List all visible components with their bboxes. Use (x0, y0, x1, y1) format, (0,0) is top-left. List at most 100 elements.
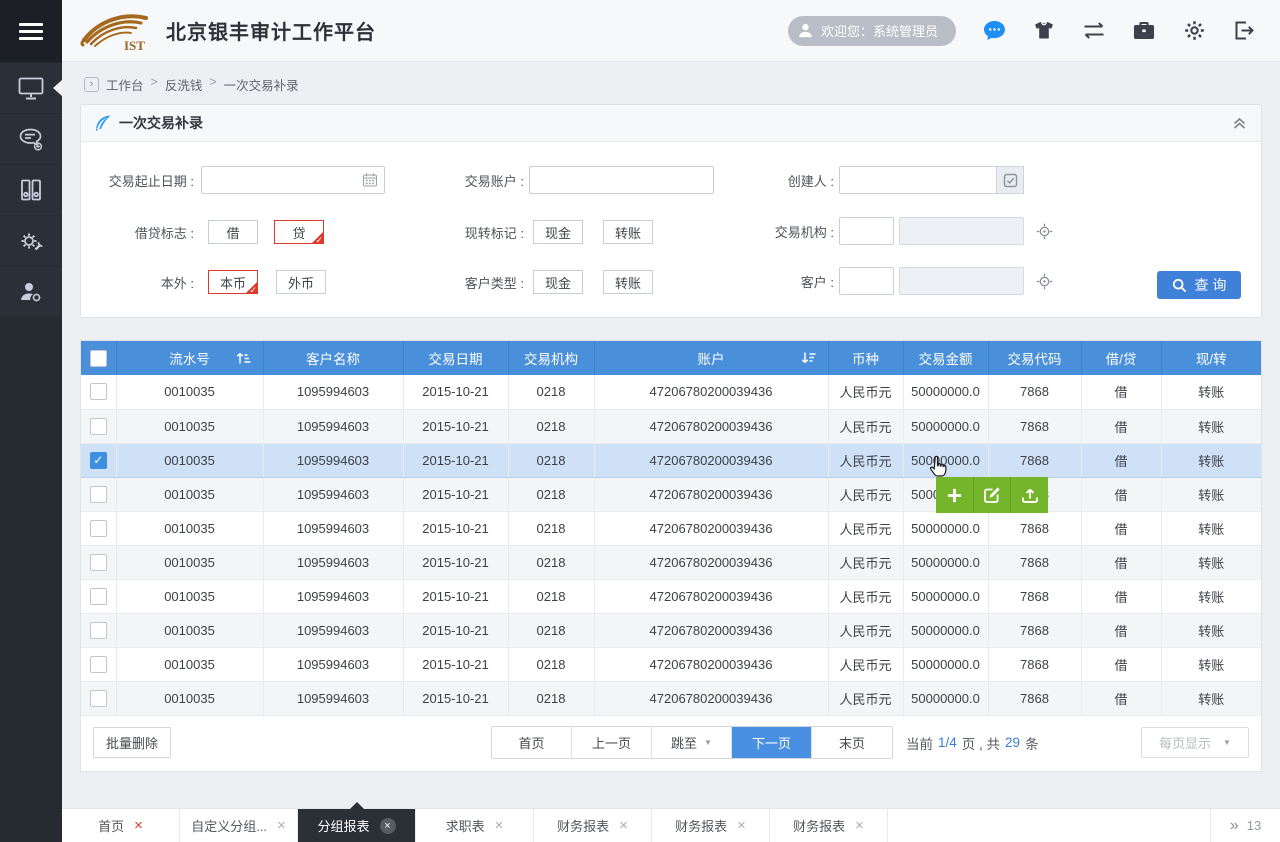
cell-serial: 0010035 (116, 613, 263, 647)
footer-tab[interactable]: 求职表× (416, 809, 534, 842)
batch-delete-button[interactable]: 批量删除 (93, 727, 171, 758)
creator-input[interactable] (839, 166, 1024, 194)
toggle-foreign-currency[interactable]: 外币 (276, 270, 326, 294)
row-checkbox[interactable] (90, 622, 107, 639)
breadcrumb-item[interactable]: 一次交易补录 (224, 75, 299, 94)
page-size-dropdown[interactable]: 每页显示▼ (1141, 727, 1249, 758)
table-row[interactable]: 001003510959946032015-10-210218472067802… (81, 545, 1261, 579)
trade-org-name-input[interactable] (899, 217, 1024, 245)
cell-org: 0218 (508, 409, 594, 443)
close-tab-icon[interactable]: × (855, 817, 864, 834)
sidebar-item-user-management[interactable] (0, 267, 62, 317)
row-checkbox[interactable] (90, 418, 107, 435)
col-header-select (81, 341, 116, 375)
customer-locate-icon[interactable] (1036, 273, 1053, 290)
logout-icon[interactable] (1232, 19, 1256, 43)
table-row[interactable]: 001003510959946032015-10-210218472067802… (81, 409, 1261, 443)
footer-tab[interactable]: 财务报表× (652, 809, 770, 842)
close-tab-icon[interactable]: × (619, 817, 628, 834)
table-row[interactable]: 001003510959946032015-10-210218472067802… (81, 477, 1261, 511)
table-row[interactable]: 001003510959946032015-10-210218472067802… (81, 613, 1261, 647)
hamburger-menu-icon[interactable] (0, 0, 62, 62)
cell-org: 0218 (508, 477, 594, 511)
message-icon[interactable] (982, 19, 1006, 43)
close-tab-icon[interactable]: × (495, 817, 504, 834)
jump-to-page-dropdown[interactable]: 跳至▼ (652, 727, 732, 758)
toggle-local-currency[interactable]: 本币 (208, 270, 258, 294)
row-checkbox[interactable]: ✓ (90, 452, 107, 469)
collapse-panel-icon[interactable] (1232, 116, 1247, 130)
toggle-loan-credit[interactable]: 贷 (274, 220, 324, 244)
upload-row-button[interactable] (1011, 477, 1048, 513)
customer-code-input[interactable] (839, 267, 894, 295)
edit-row-button[interactable] (974, 477, 1012, 513)
cell-currency: 人民币元 (828, 579, 903, 613)
org-locate-icon[interactable] (1036, 223, 1053, 240)
user-gear-icon (19, 280, 43, 304)
trade-account-input[interactable] (529, 166, 714, 194)
table-row[interactable]: 001003510959946032015-10-210218472067802… (81, 511, 1261, 545)
toggle-customer-transfer[interactable]: 转账 (603, 270, 653, 294)
row-checkbox[interactable] (90, 690, 107, 707)
sort-asc-icon[interactable] (236, 352, 251, 365)
next-page-button[interactable]: 下一页 (732, 727, 812, 758)
cell-amount: 50000000.0 (903, 681, 988, 715)
row-checkbox[interactable] (90, 383, 107, 400)
sidebar-item-system-tools[interactable] (0, 216, 62, 266)
row-checkbox[interactable] (90, 520, 107, 537)
first-page-button[interactable]: 首页 (492, 727, 572, 758)
cell-org: 0218 (508, 545, 594, 579)
sort-desc-icon[interactable] (801, 352, 816, 365)
close-tab-icon[interactable]: × (380, 818, 396, 834)
cell-cash: 转账 (1161, 477, 1261, 511)
date-range-input[interactable] (201, 166, 385, 194)
close-tab-icon[interactable]: × (134, 817, 143, 834)
sidebar-item-workspace-monitor[interactable] (0, 63, 62, 113)
close-tab-icon[interactable]: × (737, 817, 746, 834)
trade-org-code-input[interactable] (839, 217, 894, 245)
prev-page-button[interactable]: 上一页 (572, 727, 652, 758)
toggle-loan-debit[interactable]: 借 (208, 220, 258, 244)
creator-select-button[interactable] (996, 166, 1024, 194)
cell-currency: 人民币元 (828, 443, 903, 477)
footer-tab[interactable]: 财务报表× (534, 809, 652, 842)
table-row[interactable]: 001003510959946032015-10-210218472067802… (81, 647, 1261, 681)
sidebar-item-message-config[interactable] (0, 114, 62, 164)
footer-tab[interactable]: 首页× (62, 809, 180, 842)
transfer-icon[interactable] (1082, 19, 1106, 43)
customer-name-input[interactable] (899, 267, 1024, 295)
footer-tab[interactable]: 分组报表× (298, 809, 416, 842)
pagination-info: 当前 1/4 页 , 共 29 条 (906, 727, 1039, 758)
sidebar-item-archives[interactable] (0, 165, 62, 215)
breadcrumb-item[interactable]: 反洗钱 (165, 75, 203, 94)
row-checkbox[interactable] (90, 554, 107, 571)
cell-code: 7868 (988, 511, 1081, 545)
cell-org: 0218 (508, 579, 594, 613)
table-row[interactable]: 001003510959946032015-10-210218472067802… (81, 681, 1261, 715)
toggle-cash[interactable]: 现金 (533, 220, 583, 244)
row-checkbox[interactable] (90, 588, 107, 605)
toggle-transfer[interactable]: 转账 (603, 220, 653, 244)
breadcrumb-item[interactable]: 工作台 (106, 75, 144, 94)
tab-overflow-button[interactable]: » 13 (1210, 809, 1280, 842)
table-row[interactable]: 001003510959946032015-10-210218472067802… (81, 579, 1261, 613)
results-table: 流水号客户名称交易日期交易机构账户币种交易金额交易代码借/贷现/转 001003… (81, 341, 1261, 716)
query-button[interactable]: 查 询 (1157, 271, 1241, 299)
close-tab-icon[interactable]: × (277, 817, 286, 834)
calendar-icon[interactable] (362, 173, 378, 188)
briefcase-icon[interactable] (1132, 19, 1156, 43)
trade-account-label: 交易账户 : (391, 171, 529, 190)
footer-tab[interactable]: 财务报表× (770, 809, 888, 842)
last-page-button[interactable]: 末页 (812, 727, 892, 758)
settings-icon[interactable] (1182, 19, 1206, 43)
row-checkbox[interactable] (90, 656, 107, 673)
table-row[interactable]: 001003510959946032015-10-210218472067802… (81, 375, 1261, 409)
cell-currency: 人民币元 (828, 613, 903, 647)
table-row[interactable]: ✓001003510959946032015-10-21021847206780… (81, 443, 1261, 477)
footer-tab[interactable]: 自定义分组...× (180, 809, 298, 842)
row-checkbox[interactable] (90, 486, 107, 503)
toggle-customer-cash[interactable]: 现金 (533, 270, 583, 294)
theme-icon[interactable] (1032, 19, 1056, 43)
add-row-button[interactable] (936, 477, 974, 513)
select-all-checkbox[interactable] (90, 350, 107, 367)
